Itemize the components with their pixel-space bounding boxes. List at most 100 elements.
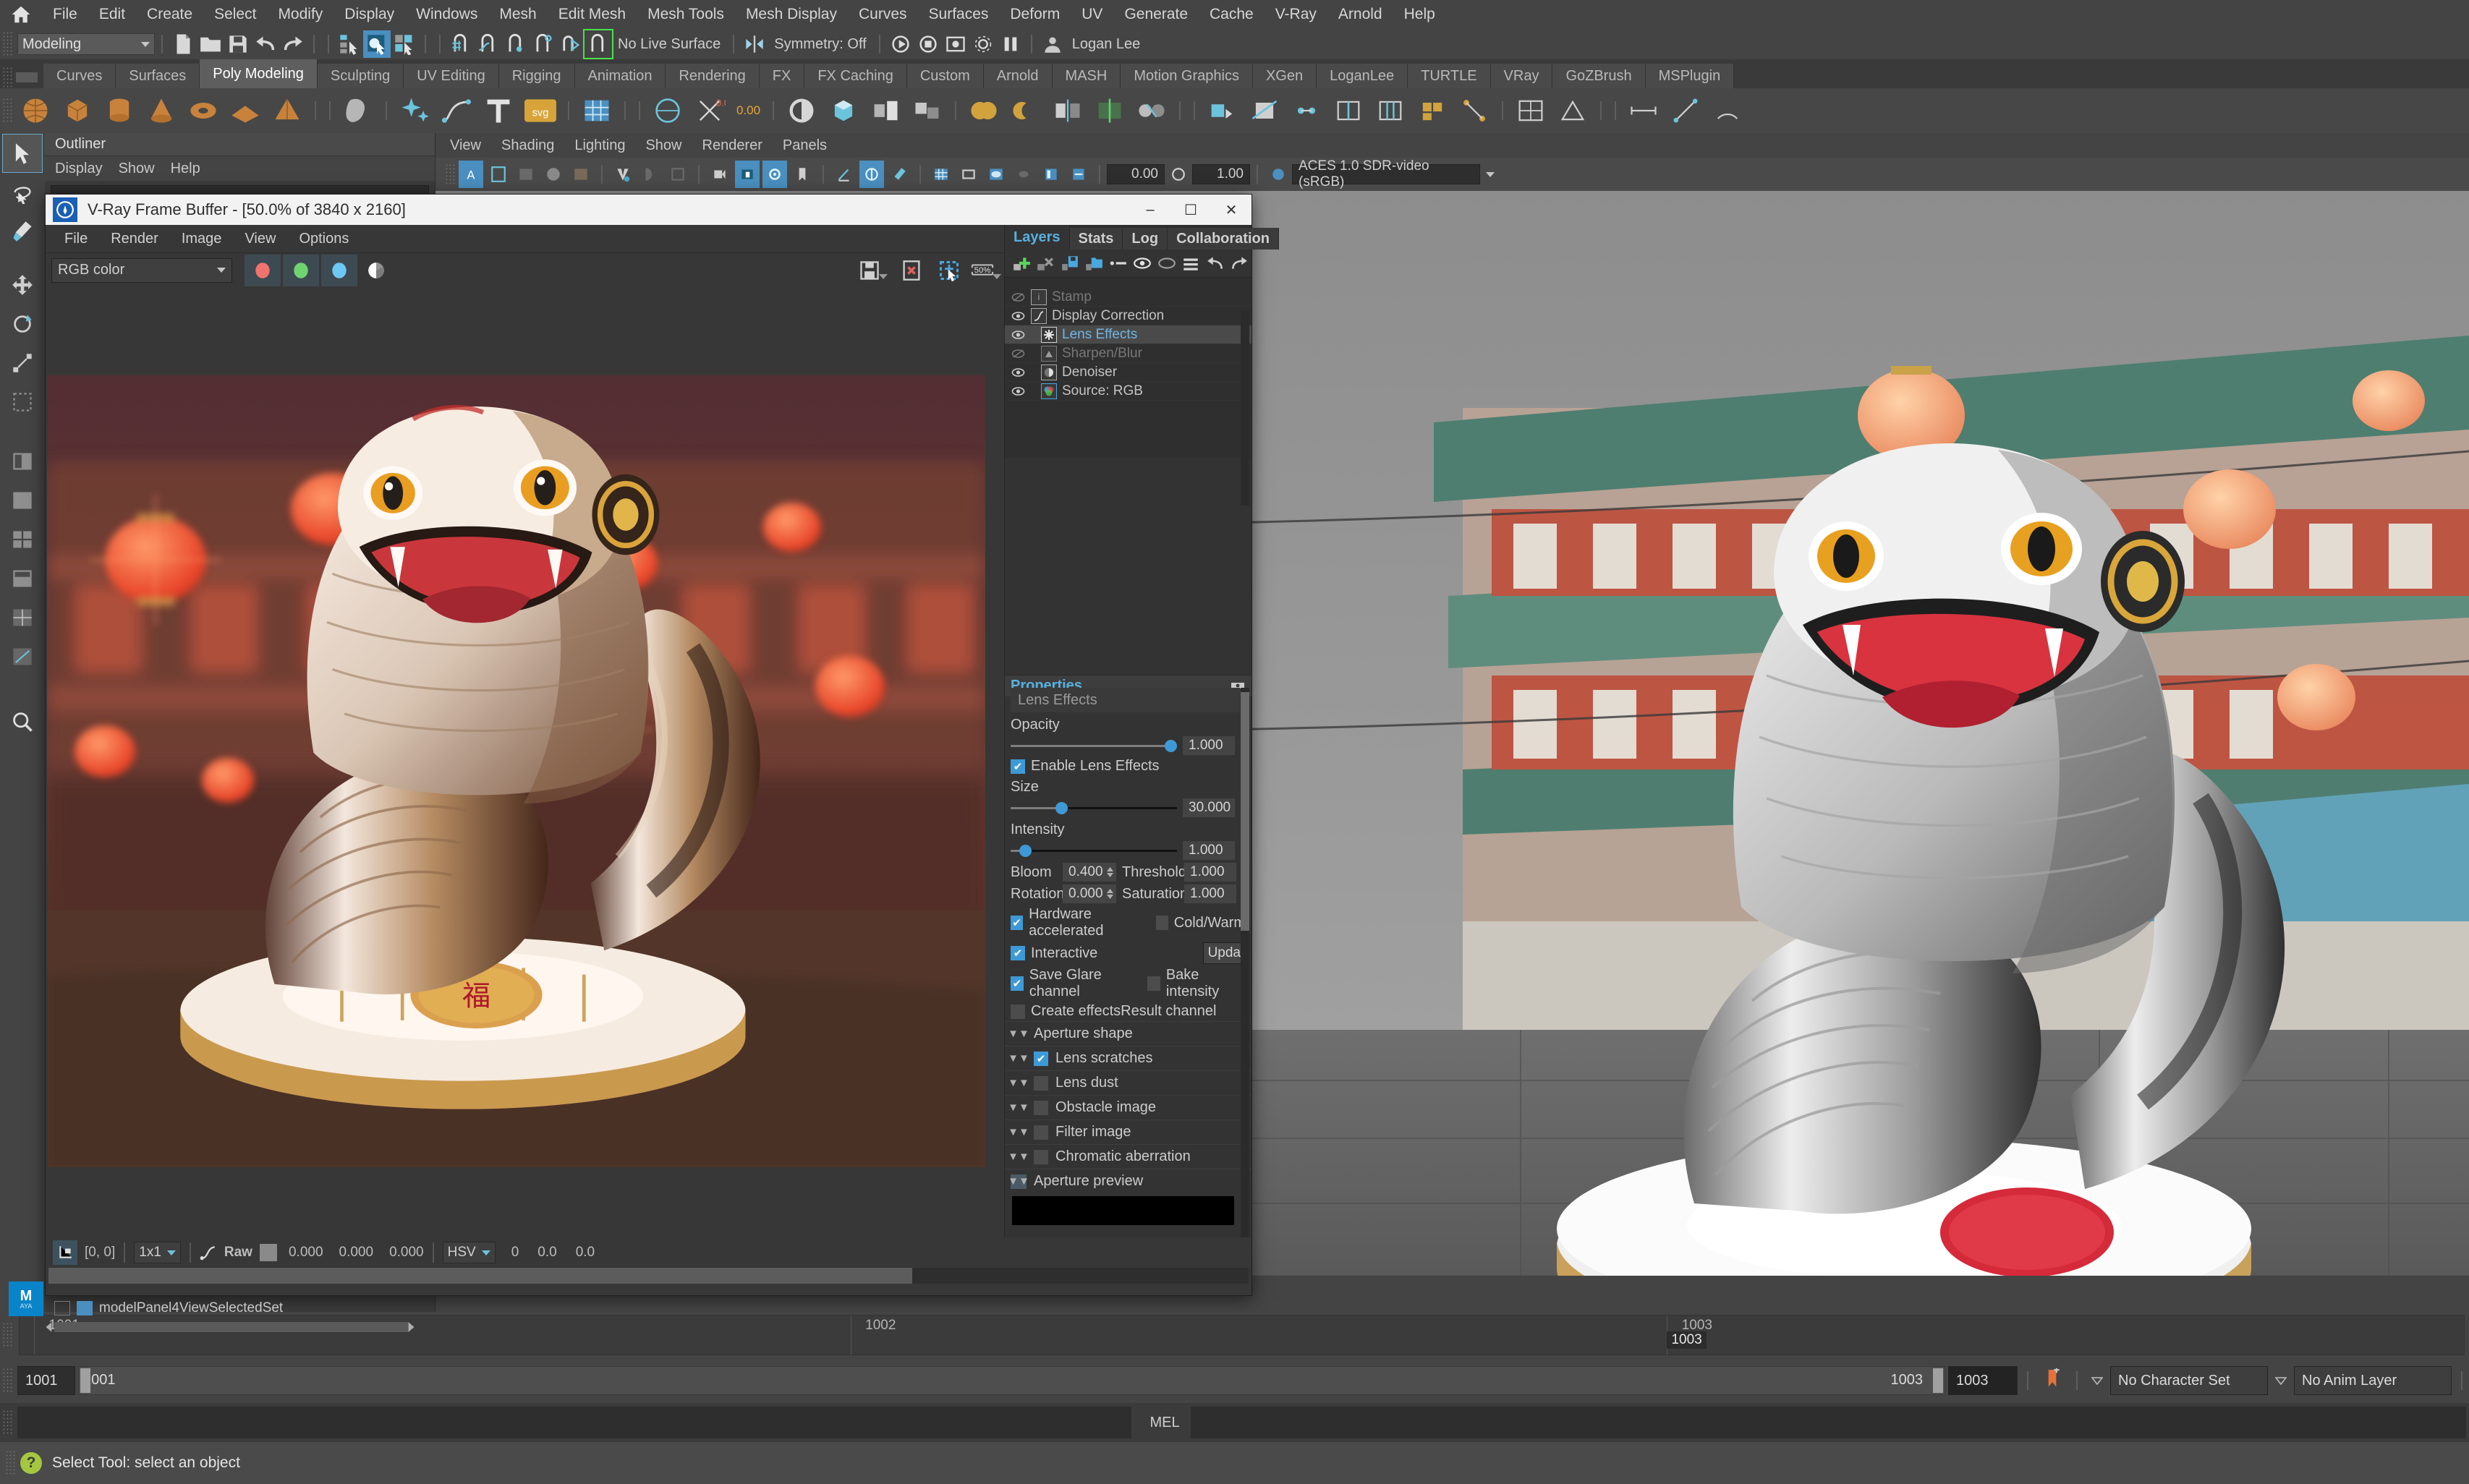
last-tool-used-icon[interactable] [3,383,42,421]
scroll-left-arrow[interactable] [43,1321,55,1334]
menu-mesh-tools[interactable]: Mesh Tools [637,0,735,29]
poly-cube-icon[interactable] [59,92,96,129]
poly-plane-icon[interactable] [226,92,264,129]
render-region-icon[interactable] [638,161,663,188]
shelf-tab-fx-caching[interactable]: FX Caching [804,64,907,88]
render-current-frame-icon[interactable] [887,30,914,58]
color-management-icon[interactable] [1266,161,1291,188]
menu-help[interactable]: Help [1393,0,1446,29]
poly-grid-icon[interactable] [578,92,616,129]
section-lens-scratches[interactable]: ▼▼ ✔ Lens scratches [1005,1046,1252,1070]
menu-create[interactable]: Create [136,0,203,29]
user-avatar-icon[interactable] [1039,30,1066,58]
load-preset-icon[interactable] [1084,252,1105,275]
minimize-button[interactable]: – [1130,195,1170,225]
shadow-toggle-icon[interactable] [1011,161,1036,188]
viewport-menu-show[interactable]: Show [645,137,681,154]
gamma-field[interactable]: 1.00 [1192,164,1250,184]
layers-list-icon[interactable] [1181,252,1202,275]
shelf-tab-arnold[interactable]: Arnold [983,64,1053,88]
alpha-channel-button[interactable] [360,255,393,286]
delete-layer-icon[interactable] [1035,252,1057,275]
home-icon[interactable] [0,0,42,29]
viewport-menu-shading[interactable]: Shading [501,137,554,154]
poly-cylinder-icon[interactable] [101,92,138,129]
menu-edit[interactable]: Edit [88,0,136,29]
gate-mask-icon[interactable] [832,161,857,188]
tab-layers[interactable]: Layers [1005,225,1070,250]
boolean-union-icon[interactable] [965,92,1003,129]
intensity-slider[interactable] [1011,844,1177,857]
viewport-menu-panels[interactable]: Panels [783,137,827,154]
curve-tool-icon[interactable] [438,92,475,129]
outliner-menu-show[interactable]: Show [119,161,155,177]
panel-icon[interactable] [54,1301,70,1315]
menu-arnold[interactable]: Arnold [1327,0,1393,29]
layer-list[interactable]: i Stamp Display Correction Lens Effects [1005,277,1252,458]
multi-cut-icon[interactable] [1246,92,1283,129]
sampling-dropdown[interactable]: 1x1 [134,1242,181,1263]
combine-icon[interactable] [909,92,946,129]
svg-icon[interactable]: svg [522,92,559,129]
shelf-tab-custom[interactable]: Custom [906,64,984,88]
shelf-tab-curves[interactable]: Curves [43,64,116,88]
save-glare-checkbox[interactable]: ✔ [1011,976,1024,991]
shading-smooth-icon[interactable] [541,161,566,188]
xray-display-icon[interactable] [3,638,42,675]
pixel-lock-icon[interactable] [53,1240,77,1265]
section-lens-dust[interactable]: ▼▼ Lens dust [1005,1070,1252,1095]
poly-torus-icon[interactable] [184,92,222,129]
vfb-render-image[interactable]: 福 [47,375,985,1167]
menu-generate[interactable]: Generate [1113,0,1199,29]
size-slider[interactable] [1011,801,1177,814]
save-image-icon[interactable] [857,255,891,286]
grid-display-icon[interactable] [929,161,953,188]
quad-draw-icon[interactable] [1414,92,1451,129]
tab-collaboration[interactable]: Collaboration [1168,228,1279,250]
shelf-tab-rendering[interactable]: Rendering [666,64,760,88]
save-preset-icon[interactable] [1059,252,1081,275]
menu-vray[interactable]: V-Ray [1265,0,1327,29]
hide-all-icon[interactable] [1132,252,1154,275]
ipr-render-icon[interactable] [914,30,942,58]
menu-uv[interactable]: UV [1071,0,1113,29]
command-history-area[interactable] [17,1407,1131,1438]
lasso-select-tool-icon[interactable] [3,174,42,211]
panel-scrollbar[interactable] [54,1322,409,1332]
persp-view-icon[interactable] [3,482,42,519]
snap-to-point-icon[interactable] [502,30,530,58]
layer-scrollbar[interactable] [1241,310,1249,506]
lens-dust-checkbox[interactable] [1034,1075,1048,1091]
menu-file[interactable]: File [42,0,88,29]
menu-windows[interactable]: Windows [405,0,488,29]
poly-sphere-icon[interactable] [17,92,54,129]
new-scene-icon[interactable] [169,30,197,58]
move-tool-icon[interactable] [3,266,42,304]
isolate-select-icon[interactable] [666,161,690,188]
saturation-value[interactable]: 1.000 [1184,884,1236,903]
green-channel-button[interactable] [283,254,319,286]
shelf-tab-rigging[interactable]: Rigging [498,64,575,88]
uv-sphere-map-icon[interactable] [649,92,687,129]
shelf-tab-motion-graphics[interactable]: Motion Graphics [1121,64,1253,88]
transfer-attributes-icon[interactable] [1133,92,1170,129]
hypergraph-icon[interactable] [3,560,42,597]
menu-select[interactable]: Select [203,0,267,29]
layer-row-stamp[interactable]: i Stamp [1005,288,1252,307]
properties-panel[interactable]: Lens Effects Opacity 1.000 ✔ Enable Lens… [1005,685,1252,1279]
scale-tool-icon[interactable] [3,344,42,382]
threshold-value[interactable]: 1.000 [1184,863,1236,882]
render-settings-icon[interactable] [969,30,997,58]
uv-cut-icon[interactable]: 0.00 [691,92,728,129]
menu-display[interactable]: Display [333,0,405,29]
snap-to-grid-icon[interactable] [447,30,475,58]
motion-blur-icon[interactable] [1066,161,1091,188]
open-scene-icon[interactable] [197,30,224,58]
shelf-tab-vray[interactable]: VRay [1490,64,1553,88]
range-left-handle[interactable] [80,1368,90,1393]
poly-cone-icon[interactable] [143,92,180,129]
menuset-dropdown[interactable]: Modeling [17,33,155,55]
grid-toggle-icon[interactable] [514,161,538,188]
opacity-slider[interactable] [1011,739,1177,752]
arc-length-icon[interactable] [1709,92,1746,129]
